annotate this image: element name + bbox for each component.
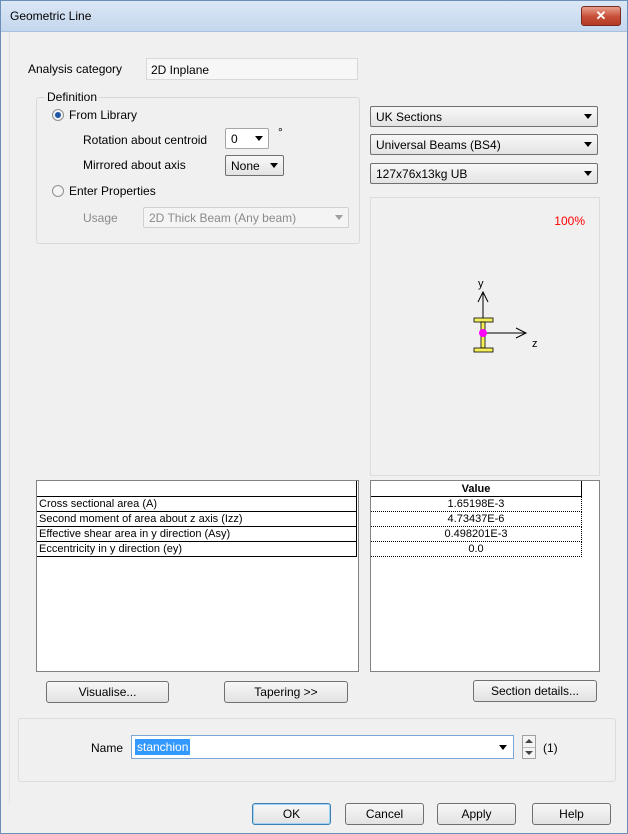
visualise-button[interactable]: Visualise...	[46, 681, 169, 703]
close-button[interactable]: ✕	[581, 6, 621, 26]
usage-select[interactable]: 2D Thick Beam (Any beam)	[143, 207, 349, 228]
section-library-value: UK Sections	[376, 110, 443, 124]
spin-down-icon[interactable]	[525, 751, 533, 755]
chevron-down-icon[interactable]	[499, 745, 507, 750]
analysis-category-value: 2D Inplane	[151, 63, 210, 77]
property-name-cell: Cross sectional area (A)	[37, 496, 357, 512]
chevron-down-icon	[335, 215, 343, 220]
rotation-label: Rotation about centroid	[83, 133, 208, 147]
close-icon: ✕	[595, 8, 607, 23]
name-count: (1)	[543, 741, 558, 755]
tapering-button[interactable]: Tapering >>	[224, 681, 348, 703]
usage-label: Usage	[83, 211, 118, 225]
name-input[interactable]: stanchion	[131, 735, 514, 759]
section-details-button[interactable]: Section details...	[473, 680, 597, 702]
table-row: 1.65198E-3	[371, 496, 582, 512]
spinner-divider	[523, 747, 535, 748]
property-value-cell[interactable]: 0.498201E-3	[371, 526, 582, 542]
usage-value: 2D Thick Beam (Any beam)	[149, 211, 297, 225]
table-row: Cross sectional area (A)	[37, 496, 357, 512]
chevron-down-icon	[584, 114, 592, 119]
section-size-select[interactable]: 127x76x13kg UB	[370, 163, 598, 184]
property-value-cell[interactable]: 0.0	[371, 541, 582, 557]
z-axis-label: z	[532, 338, 538, 350]
mirrored-value: None	[231, 159, 260, 173]
help-button[interactable]: Help	[532, 803, 611, 825]
section-preview: 100% y z	[370, 197, 600, 476]
property-value-cell[interactable]: 1.65198E-3	[371, 496, 582, 512]
section-family-select[interactable]: Universal Beams (BS4)	[370, 134, 598, 155]
property-value-cell[interactable]: 4.73437E-6	[371, 511, 582, 527]
dialog-content: Analysis category 2D Inplane Definition …	[9, 32, 617, 825]
centroid-marker	[479, 329, 487, 337]
property-name-cell: Effective shear area in y direction (Asy…	[37, 526, 357, 542]
section-family-value: Universal Beams (BS4)	[376, 138, 501, 152]
from-library-radio[interactable]	[52, 109, 64, 121]
spin-up-icon[interactable]	[525, 739, 533, 743]
property-name-cell: Eccentricity in y direction (ey)	[37, 541, 357, 557]
apply-button[interactable]: Apply	[437, 803, 516, 825]
table-row: 4.73437E-6	[371, 511, 582, 527]
rotation-value: 0	[231, 132, 238, 146]
enter-properties-radio[interactable]	[52, 185, 64, 197]
enter-properties-label[interactable]: Enter Properties	[69, 184, 156, 198]
table-row: 0.0	[371, 541, 582, 557]
property-names-grid[interactable]: Cross sectional area (A) Second moment o…	[36, 480, 359, 672]
definition-group-title: Definition	[45, 90, 100, 104]
chevron-down-icon	[270, 163, 278, 168]
chevron-down-icon	[584, 142, 592, 147]
table-row: Second moment of area about z axis (Izz)	[37, 511, 357, 527]
window-title: Geometric Line	[10, 9, 92, 23]
table-row: Effective shear area in y direction (Asy…	[37, 526, 357, 542]
cancel-button[interactable]: Cancel	[345, 803, 424, 825]
property-values-grid[interactable]: Value 1.65198E-3 4.73437E-6 0.498201E-3 …	[370, 480, 600, 672]
name-value: stanchion	[135, 739, 191, 755]
value-column-header: Value	[371, 481, 582, 497]
mirrored-select[interactable]: None	[225, 155, 284, 176]
table-row: Eccentricity in y direction (ey)	[37, 541, 357, 557]
property-name-cell: Second moment of area about z axis (Izz)	[37, 511, 357, 527]
name-label: Name	[91, 741, 124, 755]
ok-button[interactable]: OK	[252, 803, 331, 825]
section-diagram: y z	[473, 278, 538, 353]
rotation-select[interactable]: 0	[225, 128, 269, 149]
title-bar[interactable]: Geometric Line ✕	[1, 1, 627, 32]
geometric-line-dialog: Geometric Line ✕ Analysis category 2D In…	[0, 0, 628, 834]
y-axis-label: y	[478, 278, 484, 290]
degree-unit: °	[278, 125, 283, 139]
name-group: Name stanchion (1)	[18, 718, 616, 782]
table-row: 0.498201E-3	[371, 526, 582, 542]
mirrored-label: Mirrored about axis	[83, 158, 186, 172]
definition-group: Definition From Library Rotation about c…	[36, 90, 360, 244]
from-library-label[interactable]: From Library	[69, 108, 137, 122]
section-size-value: 127x76x13kg UB	[376, 167, 468, 181]
analysis-category-field: 2D Inplane	[146, 58, 358, 80]
analysis-category-label: Analysis category	[28, 62, 123, 76]
chevron-down-icon	[584, 171, 592, 176]
section-library-select[interactable]: UK Sections	[370, 106, 598, 127]
name-spinner[interactable]	[522, 735, 536, 759]
chevron-down-icon	[255, 136, 263, 141]
